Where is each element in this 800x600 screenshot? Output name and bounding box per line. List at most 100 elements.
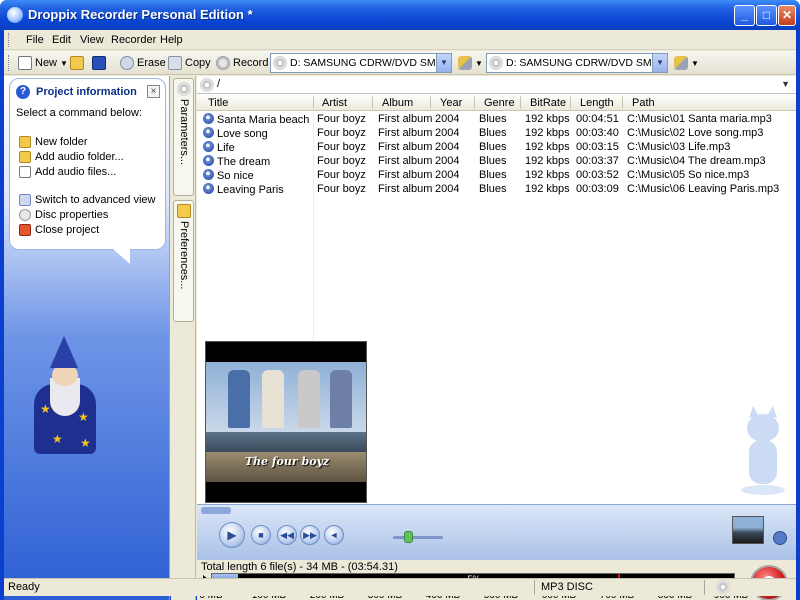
chevron-down-icon[interactable]: ▼ [436, 54, 451, 72]
cover-person [262, 370, 284, 428]
cmd-label: Disc properties [35, 209, 109, 221]
table-row[interactable]: Santa Maria beach Four boyz First album … [197, 113, 796, 127]
cell-artist: Four boyz [317, 113, 366, 125]
col-year[interactable]: Year [440, 97, 462, 109]
col-length[interactable]: Length [580, 97, 614, 109]
cmd-label: Close project [35, 224, 100, 236]
new-button[interactable]: New ▼ [18, 54, 68, 72]
menu-file[interactable]: File [26, 34, 44, 46]
menu-recorder[interactable]: Recorder [111, 34, 156, 46]
target-tools-button[interactable]: ▼ [674, 54, 699, 72]
path-bar[interactable]: / ▼ [197, 76, 796, 94]
volume-mute-button[interactable]: ◄ [324, 525, 344, 545]
table-row[interactable]: The dream Four boyz First album 2004 Blu… [197, 155, 796, 169]
menu-grip[interactable] [8, 33, 11, 47]
cmd-new-folder[interactable]: New folder [19, 136, 88, 148]
column-separator[interactable] [622, 96, 623, 109]
chevron-down-icon[interactable]: ▼ [781, 79, 790, 89]
column-separator[interactable] [474, 96, 475, 109]
table-row[interactable]: Life Four boyz First album 2004 Blues 19… [197, 141, 796, 155]
cell-bitrate: 192 kbps [525, 183, 570, 195]
table-row[interactable]: So nice Four boyz First album 2004 Blues… [197, 169, 796, 183]
record-icon [216, 56, 230, 70]
volume-slider[interactable] [393, 536, 443, 539]
side-tabs: Parameters... Preferences... [171, 76, 196, 600]
tab-preferences[interactable]: Preferences... [173, 200, 194, 322]
cell-title: The dream [203, 155, 313, 168]
cmd-close-project[interactable]: Close project [19, 224, 99, 236]
col-title[interactable]: Title [208, 97, 228, 109]
cell-length: 00:04:51 [576, 113, 619, 125]
erase-button[interactable]: Erase [120, 54, 166, 72]
column-separator[interactable] [570, 96, 571, 109]
player-collapse-handle[interactable] [201, 507, 231, 514]
col-path[interactable]: Path [632, 97, 655, 109]
cmd-disc-properties[interactable]: Disc properties [19, 209, 108, 221]
copy-button[interactable]: Copy [168, 54, 211, 72]
stop-button[interactable]: ■ [251, 525, 271, 545]
menu-view[interactable]: View [80, 34, 104, 46]
volume-slider-handle[interactable] [404, 531, 413, 543]
title-text: So nice [217, 170, 254, 182]
cell-artist: Four boyz [317, 155, 366, 167]
column-separator[interactable] [372, 96, 373, 109]
disc-status-icon[interactable] [716, 580, 730, 594]
col-bitrate[interactable]: BitRate [530, 97, 566, 109]
cover-thumbnail[interactable] [732, 516, 764, 544]
col-album[interactable]: Album [382, 97, 413, 109]
maximize-button[interactable]: □ [756, 5, 777, 26]
cell-length: 00:03:15 [576, 141, 619, 153]
chevron-down-icon[interactable]: ▼ [652, 54, 667, 72]
minimize-button[interactable]: _ [734, 5, 755, 26]
star-icon: ★ [52, 432, 63, 446]
menu-help[interactable]: Help [160, 34, 183, 46]
tools-icon [674, 56, 688, 70]
source-tools-button[interactable]: ▼ [458, 54, 483, 72]
source-drive-select[interactable]: D: SAMSUNG CDRW/DVD SM-352FT9 ▼ [270, 53, 452, 73]
col-genre[interactable]: Genre [484, 97, 515, 109]
title-bar[interactable]: Droppix Recorder Personal Edition * _ □ … [0, 0, 800, 30]
cd-drive-icon [489, 56, 503, 70]
cmd-add-audio-folder[interactable]: Add audio folder... [19, 151, 124, 163]
title-text: The dream [217, 156, 271, 168]
previous-button[interactable]: ◀◀ [277, 525, 297, 545]
cover-person [330, 370, 352, 428]
save-button[interactable] [92, 54, 106, 72]
cell-album: First album [378, 183, 433, 195]
status-bar: Ready MP3 DISC [4, 578, 796, 596]
table-row[interactable]: Leaving Paris Four boyz First album 2004… [197, 183, 796, 197]
open-button[interactable] [70, 54, 84, 72]
cell-album: First album [378, 169, 433, 181]
cmd-label: Switch to advanced view [35, 194, 156, 206]
table-row[interactable]: Love song Four boyz First album 2004 Blu… [197, 127, 796, 141]
column-separator[interactable] [430, 96, 431, 109]
col-artist[interactable]: Artist [322, 97, 347, 109]
close-button[interactable]: ✕ [778, 5, 796, 26]
next-button[interactable]: ▶▶ [300, 525, 320, 545]
tools-dropdown-icon[interactable]: ▼ [691, 59, 699, 68]
record-button[interactable]: Record [216, 54, 268, 72]
tab-parameters[interactable]: Parameters... [173, 78, 194, 196]
cell-title: Love song [203, 127, 313, 140]
toolbar-grip[interactable] [8, 55, 11, 71]
cmd-add-audio-files[interactable]: Add audio files... [19, 166, 116, 178]
target-drive-select[interactable]: D: SAMSUNG CDRW/DVD SM-352FT9 ▼ [486, 53, 668, 73]
column-separator[interactable] [313, 96, 314, 109]
cmd-advanced-view[interactable]: Switch to advanced view [19, 194, 155, 206]
cell-year: 2004 [435, 183, 460, 195]
new-dropdown-icon[interactable]: ▼ [60, 59, 68, 68]
cell-path: C:\Music\04 The dream.mp3 [627, 155, 766, 167]
column-separator[interactable] [520, 96, 521, 109]
cell-path: C:\Music\01 Santa maria.mp3 [627, 113, 772, 125]
folder-icon [19, 136, 31, 148]
menu-edit[interactable]: Edit [52, 34, 71, 46]
play-button[interactable]: ▶ [219, 522, 245, 548]
project-info-subtitle: Select a command below: [16, 107, 142, 119]
cell-genre: Blues [479, 183, 507, 195]
project-info-close-button[interactable]: × [147, 85, 160, 98]
disc-type-pane: MP3 DISC [534, 580, 704, 595]
help-icon: ? [16, 85, 30, 99]
tools-dropdown-icon[interactable]: ▼ [475, 59, 483, 68]
target-drive-value: D: SAMSUNG CDRW/DVD SM-352FT9 [506, 57, 667, 69]
eject-icon[interactable] [773, 531, 787, 545]
